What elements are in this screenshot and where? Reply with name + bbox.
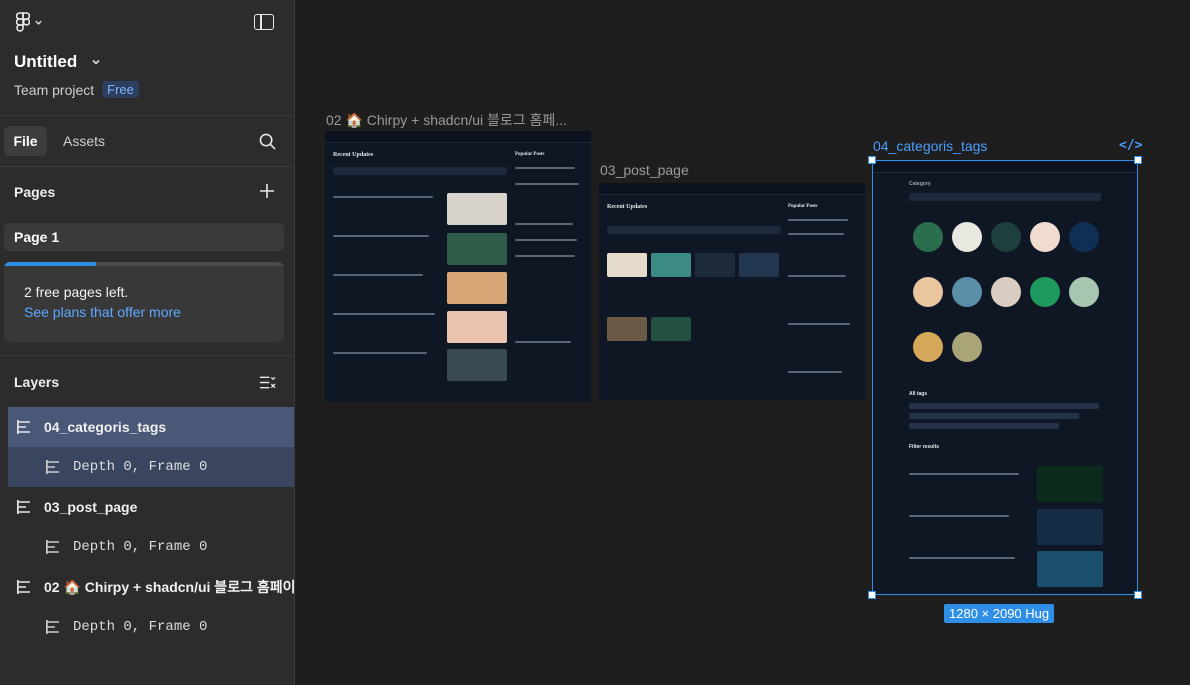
free-pages-text: 2 free pages left.	[24, 284, 129, 300]
figma-editor: Untitled Team project Free File Assets P…	[0, 0, 1190, 685]
post-title-line	[333, 196, 433, 198]
post-thumbnail	[651, 253, 691, 277]
post-title-line	[333, 274, 423, 276]
layer-depth-frame[interactable]: Depth 0, Frame 0	[8, 527, 294, 567]
frame-heading: Recent Updates	[333, 152, 374, 158]
search-icon[interactable]	[259, 133, 276, 150]
add-page-icon[interactable]	[260, 184, 274, 198]
post-thumbnail	[447, 349, 507, 381]
post-thumbnail	[447, 193, 507, 225]
frame-label-04[interactable]: 04_categoris_tags	[873, 138, 987, 154]
frame-03-post-page[interactable]: Recent Updates Popular Posts	[599, 183, 865, 400]
layer-name: 03_post_page	[44, 499, 138, 515]
layer-depth-frame[interactable]: Depth 0, Frame 0	[8, 607, 294, 647]
layer-name: 04_categoris_tags	[44, 419, 167, 435]
divider	[0, 166, 295, 167]
layers-heading: Layers	[14, 374, 60, 390]
tab-assets[interactable]: Assets	[63, 133, 105, 149]
see-plans-link[interactable]: See plans that offer more	[24, 304, 181, 320]
figma-logo-icon	[16, 12, 30, 32]
post-thumbnail	[447, 311, 507, 343]
post-thumbnail	[447, 233, 507, 265]
post-thumbnail	[739, 253, 779, 277]
file-name: Untitled	[14, 52, 78, 71]
sidebar-line	[515, 223, 573, 225]
sidebar-line	[515, 341, 571, 343]
layer-name: Depth 0, Frame 0	[73, 459, 208, 475]
sidebar-line	[788, 233, 844, 235]
frame-sidebar-heading: Popular Posts	[515, 152, 545, 157]
team-project-label[interactable]: Team project	[14, 82, 94, 98]
selection-box	[872, 160, 1138, 595]
frame-sidebar-heading: Popular Posts	[788, 204, 818, 209]
tab-file[interactable]: File	[4, 126, 47, 156]
pages-usage-fill	[4, 262, 97, 266]
free-pages-notice: 2 free pages left. See plans that offer …	[4, 262, 284, 342]
layer-03-post-page[interactable]: 03_post_page	[8, 487, 294, 527]
post-title-line	[333, 235, 429, 237]
layer-name: Depth 0, Frame 0	[73, 619, 208, 635]
layers-list-icon[interactable]	[259, 375, 276, 390]
post-thumbnail	[607, 253, 647, 277]
code-view-icon[interactable]: </>	[1119, 138, 1142, 153]
frame-layout-icon	[46, 540, 59, 554]
main-menu-button[interactable]	[16, 12, 43, 32]
post-thumbnail	[607, 317, 647, 341]
sidebar-line	[788, 219, 848, 221]
frame-layout-icon	[46, 620, 59, 634]
post-title-line	[333, 352, 427, 354]
frame-nav	[599, 183, 865, 195]
chevron-down-icon	[92, 59, 100, 65]
frame-layout-icon	[17, 500, 30, 514]
sidebar-line	[788, 371, 842, 373]
frame-label-02[interactable]: 02 🏠 Chirpy + shadcn/ui 블로그 홈페...	[326, 110, 567, 130]
resize-handle[interactable]	[1134, 156, 1142, 164]
sidebar-line	[515, 183, 579, 185]
plan-badge[interactable]: Free	[102, 81, 139, 98]
post-thumbnail	[651, 317, 691, 341]
frame-layout-icon	[17, 580, 30, 594]
sidebar-line	[515, 239, 577, 241]
toggle-sidebar-icon[interactable]	[254, 14, 274, 30]
post-thumbnail	[447, 272, 507, 304]
frame-layout-icon	[46, 460, 59, 474]
sidebar-line	[515, 167, 575, 169]
project-info: Team project Free	[14, 81, 139, 98]
frame-search-bar	[607, 226, 781, 234]
frame-heading: Recent Updates	[607, 204, 648, 210]
layer-name: Depth 0, Frame 0	[73, 539, 208, 555]
file-name-dropdown[interactable]: Untitled	[14, 52, 101, 72]
sidebar-line	[788, 323, 850, 325]
pages-usage-bar	[4, 262, 284, 266]
frame-search-bar	[333, 167, 507, 175]
layer-04-categoris-tags[interactable]: 04_categoris_tags	[8, 407, 294, 447]
canvas[interactable]: 02 🏠 Chirpy + shadcn/ui 블로그 홈페... Recent…	[295, 0, 1190, 685]
layer-02-chirpy[interactable]: 02 🏠 Chirpy + shadcn/ui 블로그 홈페이	[8, 567, 294, 607]
pages-heading: Pages	[14, 184, 56, 200]
page-item-1[interactable]: Page 1	[4, 223, 284, 251]
resize-handle[interactable]	[868, 156, 876, 164]
sidebar-line	[788, 275, 846, 277]
frame-label-03[interactable]: 03_post_page	[600, 162, 689, 178]
frame-nav	[325, 131, 591, 143]
frame-layout-icon	[17, 420, 30, 434]
layer-depth-frame[interactable]: Depth 0, Frame 0	[8, 447, 294, 487]
chevron-down-icon	[35, 20, 42, 25]
divider	[0, 355, 295, 356]
post-thumbnail	[695, 253, 735, 277]
sidebar-line	[515, 255, 575, 257]
frame-size-tag: 1280 × 2090 Hug	[944, 604, 1055, 623]
left-sidebar: Untitled Team project Free File Assets P…	[0, 0, 295, 685]
resize-handle[interactable]	[868, 591, 876, 599]
layer-name: 02 🏠 Chirpy + shadcn/ui 블로그 홈페이	[44, 579, 294, 595]
post-title-line	[333, 313, 435, 315]
divider	[0, 115, 295, 116]
resize-handle[interactable]	[1134, 591, 1142, 599]
frame-02-chirpy-home[interactable]: Recent Updates Popular Posts	[325, 131, 591, 402]
